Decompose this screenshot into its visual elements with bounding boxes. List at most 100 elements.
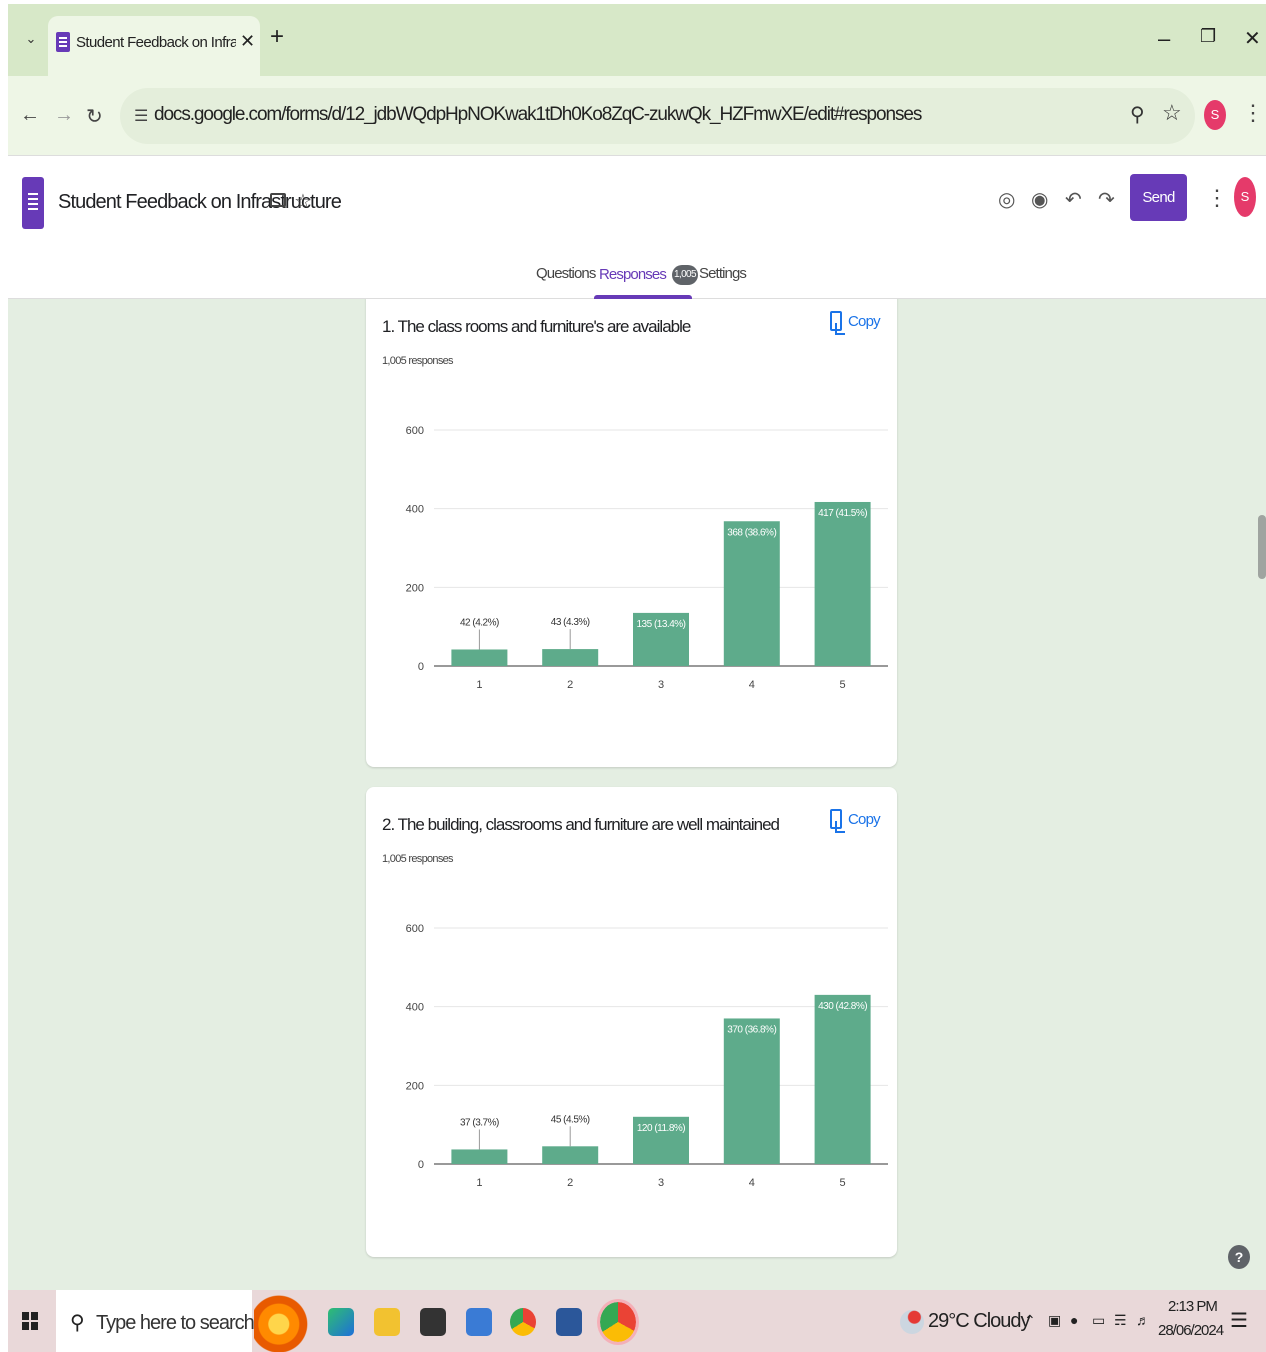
bar (542, 1146, 599, 1164)
form-tabs: Questions Responses 1,005 Settings (8, 261, 1266, 299)
window-restore-icon[interactable]: ❐ (1200, 26, 1216, 47)
browser-tab[interactable]: Student Feedback on Infrastruc ✕ (48, 16, 260, 76)
clock-time[interactable]: 2:13 PM (1168, 1298, 1218, 1315)
bookmark-star-icon[interactable]: ☆ (1162, 100, 1182, 126)
y-tick-label: 400 (406, 504, 424, 516)
customize-theme-icon[interactable]: ◎ (998, 187, 1015, 212)
data-label: 417 (41.5%) (818, 508, 867, 519)
edge-browser-icon[interactable] (328, 1308, 354, 1336)
reload-icon[interactable]: ↻ (86, 104, 103, 129)
clock-date[interactable]: 28/06/2024 (1158, 1322, 1224, 1339)
question-summary-card: 2. The building, classrooms and furnitur… (366, 787, 897, 1257)
data-label: 368 (38.6%) (727, 527, 776, 538)
bar (542, 649, 599, 666)
help-icon[interactable]: ? (1228, 1245, 1250, 1269)
search-icon: ⚲ (70, 1312, 85, 1334)
weather-icon (900, 1310, 924, 1334)
x-tick-label: 1 (476, 679, 482, 691)
y-tick-label: 600 (406, 425, 424, 437)
x-tick-label: 4 (749, 679, 755, 691)
taskbar-search[interactable]: ⚲ Type here to search (56, 1290, 255, 1352)
show-hidden-icons-icon[interactable]: ⌃ (1024, 1312, 1036, 1329)
chrome-icon[interactable] (510, 1308, 536, 1336)
back-arrow-icon[interactable]: ← (20, 104, 40, 127)
zoom-icon[interactable]: ⚲ (1130, 102, 1145, 127)
tab-responses-label: Responses (599, 265, 667, 283)
star-form-icon[interactable]: ☆ (294, 189, 312, 214)
window-minimize-icon[interactable]: – (1158, 26, 1170, 52)
preview-eye-icon[interactable]: ◉ (1031, 187, 1048, 212)
y-tick-label: 200 (406, 1080, 424, 1092)
tab-responses[interactable]: Responses 1,005 (599, 265, 698, 285)
redo-icon[interactable]: ↷ (1098, 187, 1115, 212)
network-icon[interactable]: ☴ (1114, 1312, 1127, 1329)
notifications-icon[interactable]: ☰ (1230, 1308, 1248, 1333)
bar (723, 1018, 780, 1164)
windows-taskbar: ⚲ Type here to search 29°C Cloudy ⌃ ▣ ● … (8, 1290, 1266, 1352)
undo-icon[interactable]: ↶ (1065, 187, 1082, 212)
more-options-icon[interactable]: ⋮ (1206, 185, 1228, 211)
google-forms-logo-icon[interactable] (22, 177, 44, 229)
y-tick-label: 0 (418, 661, 424, 673)
windows-start-icon[interactable] (22, 1312, 38, 1330)
data-label: 45 (4.5%) (551, 1114, 590, 1125)
data-label: 430 (42.8%) (818, 1001, 867, 1012)
bar (451, 649, 508, 666)
bar (814, 994, 871, 1164)
y-tick-label: 600 (406, 923, 424, 935)
chrome-menu-icon[interactable]: ⋮ (1242, 100, 1264, 126)
word-icon[interactable] (556, 1308, 582, 1336)
mail-icon[interactable] (420, 1308, 446, 1336)
data-label: 37 (3.7%) (460, 1117, 499, 1128)
battery-icon[interactable]: ▭ (1092, 1312, 1105, 1329)
scrollbar-thumb[interactable] (1258, 515, 1266, 579)
x-tick-label: 5 (840, 1177, 846, 1189)
tab-questions[interactable]: Questions (536, 265, 596, 282)
file-explorer-icon[interactable] (374, 1308, 400, 1336)
x-tick-label: 2 (567, 1177, 573, 1189)
chrome-active-icon[interactable] (597, 1299, 639, 1345)
bar (723, 521, 780, 666)
tray-chrome-icon[interactable]: ● (1070, 1312, 1078, 1328)
forward-arrow-icon[interactable]: → (54, 104, 74, 127)
tab-settings[interactable]: Settings (699, 265, 747, 282)
x-tick-label: 1 (476, 1177, 482, 1189)
new-tab-button[interactable]: + (270, 24, 284, 50)
x-tick-label: 3 (658, 679, 664, 691)
data-label: 42 (4.2%) (460, 617, 499, 628)
x-tick-label: 3 (658, 1177, 664, 1189)
google-forms-favicon-icon (56, 32, 70, 52)
bar (814, 501, 871, 666)
address-bar[interactable]: ☰ docs.google.com/forms/d/12_jdbWQdpHpNO… (120, 88, 1195, 144)
y-tick-label: 200 (406, 582, 424, 594)
store-icon[interactable] (466, 1308, 492, 1336)
tab-title: Student Feedback on Infrastruc (76, 34, 236, 51)
chrome-profile-avatar[interactable]: S (1204, 100, 1226, 130)
window-close-icon[interactable]: ✕ (1244, 26, 1261, 51)
taskbar-search-placeholder: Type here to search (96, 1312, 255, 1334)
responses-count-badge: 1,005 (671, 265, 698, 285)
tab-close-icon[interactable]: ✕ (240, 31, 255, 52)
browser-toolbar: ← → ↻ ☰ docs.google.com/forms/d/12_jdbWQ… (8, 76, 1266, 156)
y-tick-label: 0 (418, 1159, 424, 1171)
account-avatar[interactable]: S (1234, 177, 1256, 217)
volume-icon[interactable]: ♬ (1136, 1312, 1150, 1328)
tab-search-chevron-icon[interactable]: ⌄ (18, 26, 44, 52)
move-to-folder-icon[interactable] (270, 193, 286, 207)
weather-text[interactable]: 29°C Cloudy (928, 1310, 1030, 1333)
site-settings-icon[interactable]: ☰ (134, 106, 148, 126)
tray-app-icon[interactable]: ▣ (1048, 1312, 1061, 1329)
x-tick-label: 2 (567, 679, 573, 691)
url-text[interactable]: docs.google.com/forms/d/12_jdbWQdpHpNOKw… (154, 104, 922, 126)
responses-content[interactable]: 1. The class rooms and furniture's are a… (8, 299, 1266, 1290)
data-label: 120 (11.8%) (637, 1123, 685, 1134)
data-label: 370 (36.8%) (727, 1024, 776, 1035)
send-button[interactable]: Send (1130, 174, 1187, 221)
question-summary-card: 1. The class rooms and furniture's are a… (366, 299, 897, 767)
x-tick-label: 5 (840, 679, 846, 691)
search-highlight-icon[interactable] (254, 1290, 316, 1352)
forms-header: Student Feedback on Infrastructure ☆ ◎ ◉… (8, 157, 1266, 299)
bar-chart: 0 200 400 600 37 (3.7%) 1 45 (4.5%) 2 120 (11.8%… (406, 923, 888, 1189)
data-label: 135 (13.4%) (637, 619, 686, 630)
data-label: 43 (4.3%) (551, 617, 590, 628)
